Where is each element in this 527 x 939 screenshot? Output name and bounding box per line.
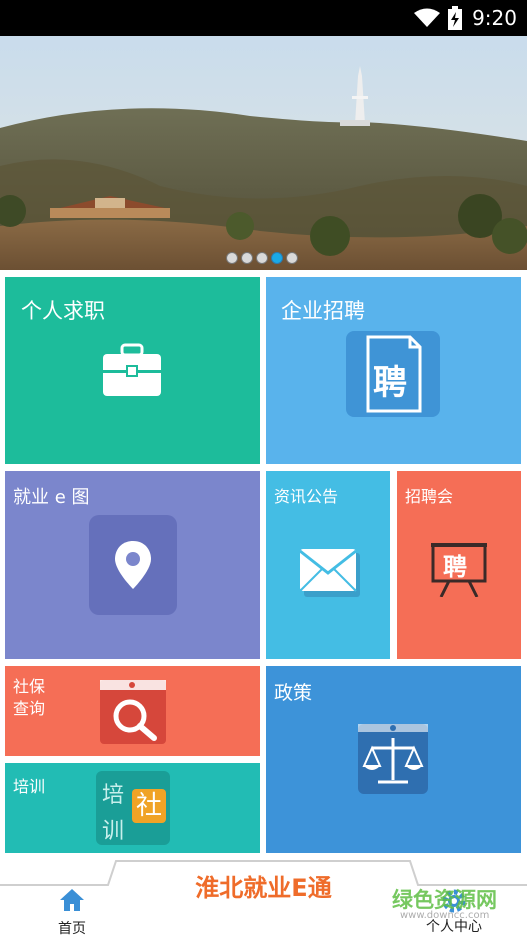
carousel-dot[interactable] xyxy=(226,252,238,264)
mail-icon xyxy=(299,549,360,597)
training-icon: 培 训 社 xyxy=(96,771,170,845)
location-pin-icon xyxy=(89,515,177,615)
tile-news-notice[interactable]: 资讯公告 xyxy=(266,471,390,659)
home-icon xyxy=(60,889,84,911)
tile-label-line1: 社保 xyxy=(13,677,46,696)
tile-social-security[interactable]: 社保 查询 xyxy=(5,666,260,756)
battery-icon xyxy=(448,6,462,30)
tile-label: 个人求职 xyxy=(21,299,105,323)
tile-job-seeking[interactable]: 个人求职 xyxy=(5,277,260,464)
nav-home[interactable]: 首页 xyxy=(44,888,100,938)
banner-image xyxy=(0,36,527,270)
job-fair-board-icon: 聘 xyxy=(431,541,487,597)
tile-enterprise-recruit[interactable]: 企业招聘 聘 xyxy=(266,277,521,464)
tile-policy[interactable]: 政策 xyxy=(266,666,521,853)
carousel-dot[interactable] xyxy=(286,252,298,264)
tile-label: 企业招聘 xyxy=(281,299,365,323)
watermark-url: www.downcc.com xyxy=(400,910,490,921)
carousel-dot[interactable] xyxy=(256,252,268,264)
tile-job-fair[interactable]: 招聘会 聘 xyxy=(397,471,521,659)
status-time: 9:20 xyxy=(472,6,517,30)
carousel-indicator xyxy=(226,252,302,268)
nav-home-label: 首页 xyxy=(58,921,86,937)
banner-carousel[interactable] xyxy=(0,36,527,270)
status-bar: 9:20 xyxy=(0,0,527,36)
recruit-document-icon: 聘 xyxy=(346,331,440,417)
search-calendar-icon xyxy=(100,680,166,744)
carousel-dot[interactable] xyxy=(241,252,253,264)
tile-label: 政策 xyxy=(274,682,313,704)
tile-label: 招聘会 xyxy=(405,487,454,506)
tile-training[interactable]: 培训 培 训 社 xyxy=(5,763,260,853)
tile-label: 资讯公告 xyxy=(274,487,339,506)
wifi-icon xyxy=(414,8,440,27)
tile-employment-map[interactable]: 就业 e 图 xyxy=(5,471,260,659)
briefcase-icon xyxy=(103,343,161,396)
tile-label: 培训 xyxy=(13,777,46,796)
tile-label: 就业 e 图 xyxy=(13,487,90,508)
tile-label-line2: 查询 xyxy=(13,699,46,718)
scales-justice-icon xyxy=(358,724,428,794)
carousel-dot-active[interactable] xyxy=(271,252,283,264)
